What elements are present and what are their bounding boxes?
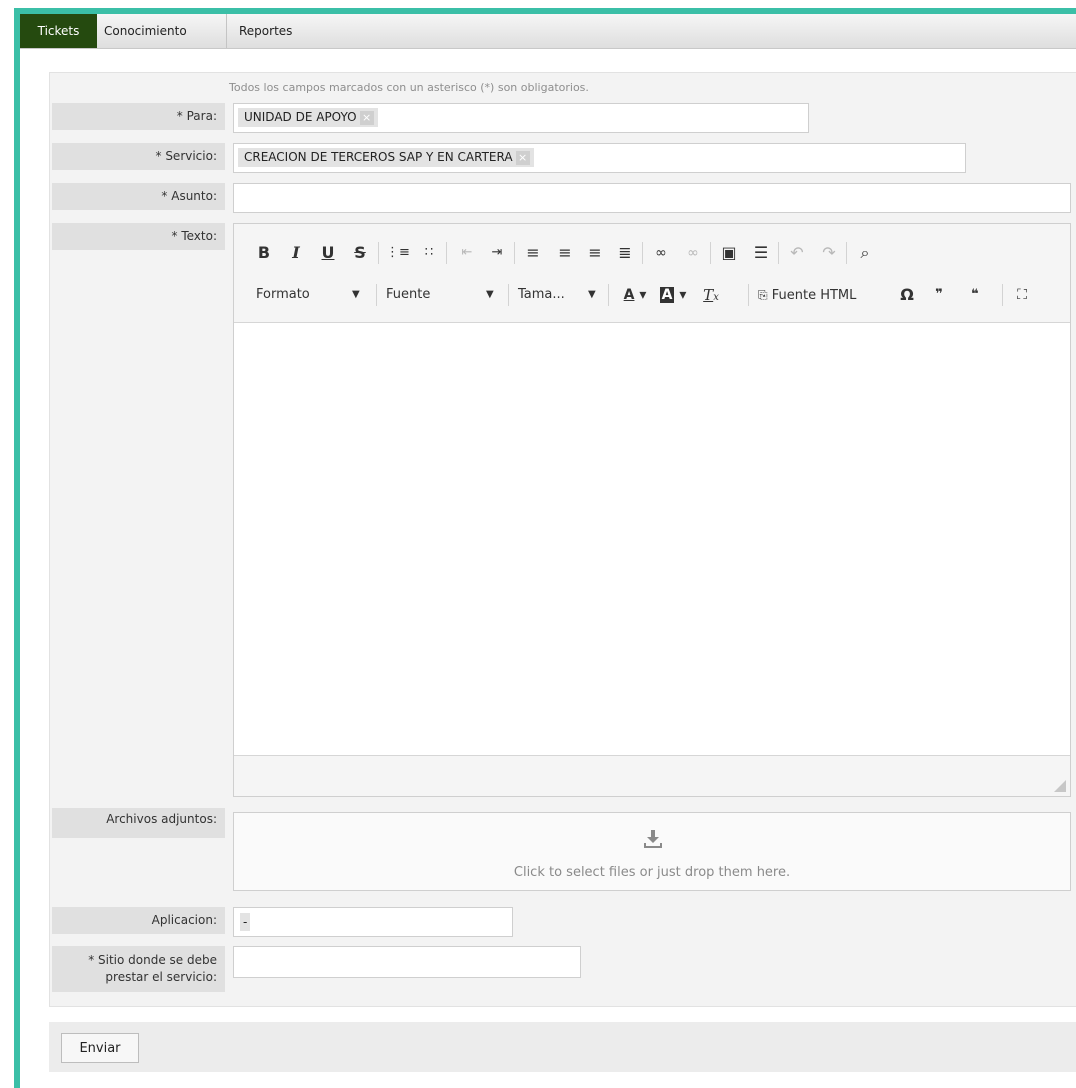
special-char-icon[interactable]: Ω	[896, 280, 918, 310]
editor-toolbar-row-1: B I U S ⋮≡ ∷ ⇤ ⇥ ≡ ≡ ≡ ≣ ∞ ∞ ▣ ☰ ↶ ↷ ⌕	[234, 238, 1070, 268]
font-dropdown[interactable]: Fuente ▼	[386, 280, 504, 310]
para-tag-text: UNIDAD DE APOYO	[244, 110, 357, 124]
aplicacion-select[interactable]: -	[233, 907, 513, 937]
unlink-icon[interactable]: ∞	[682, 238, 704, 268]
strikethrough-button[interactable]: S	[350, 238, 370, 268]
toolbar-separator	[846, 242, 847, 264]
sitio-input[interactable]	[233, 946, 581, 978]
align-left-icon[interactable]: ≡	[522, 238, 544, 268]
adjuntos-label: Archivos adjuntos:	[52, 808, 225, 838]
editor-content-area[interactable]	[234, 322, 1070, 756]
numbered-list-icon[interactable]: ⋮≡	[386, 238, 410, 268]
texto-label: * Texto:	[52, 223, 225, 250]
toolbar-separator	[376, 284, 377, 306]
image-icon[interactable]: ▣	[718, 238, 740, 268]
enviar-button[interactable]: Enviar	[61, 1033, 139, 1063]
sitio-label-line-1: * Sitio donde se debe	[88, 953, 217, 967]
toolbar-separator	[778, 242, 779, 264]
nav-divider	[226, 14, 227, 48]
undo-icon[interactable]: ↶	[786, 238, 808, 268]
tab-reportes[interactable]: Reportes	[239, 14, 319, 48]
horizontal-rule-icon[interactable]: ☰	[750, 238, 772, 268]
rich-text-editor: B I U S ⋮≡ ∷ ⇤ ⇥ ≡ ≡ ≡ ≣ ∞ ∞ ▣ ☰ ↶ ↷ ⌕ F…	[233, 223, 1071, 797]
servicio-tag: CREACION DE TERCEROS SAP Y EN CARTERA ×	[238, 148, 534, 167]
main-navbar: Tickets Conocimiento Reportes	[20, 14, 1076, 49]
toolbar-separator	[1002, 284, 1003, 306]
bulleted-list-icon[interactable]: ∷	[418, 238, 440, 268]
chevron-down-icon: ▼	[486, 289, 494, 300]
sitio-label-line-2: prestar el servicio:	[105, 970, 217, 984]
required-fields-note: Todos los campos marcados con un asteris…	[229, 81, 589, 94]
asunto-label: * Asunto:	[52, 183, 225, 210]
redo-icon[interactable]: ↷	[818, 238, 840, 268]
toolbar-separator	[608, 284, 609, 306]
aplicacion-label: Aplicacion:	[52, 907, 225, 934]
toolbar-separator	[710, 242, 711, 264]
chevron-down-icon: ▼	[352, 289, 360, 300]
frame-left-border	[14, 8, 20, 1088]
servicio-tag-text: CREACION DE TERCEROS SAP Y EN CARTERA	[244, 150, 513, 164]
align-justify-icon[interactable]: ≣	[614, 238, 636, 268]
para-tag: UNIDAD DE APOYO ×	[238, 108, 378, 127]
remove-tag-icon[interactable]: ×	[359, 110, 374, 125]
toolbar-separator	[378, 242, 379, 264]
servicio-field[interactable]: CREACION DE TERCEROS SAP Y EN CARTERA ×	[233, 143, 966, 173]
find-icon[interactable]: ⌕	[854, 238, 876, 268]
source-html-label: Fuente HTML	[771, 288, 857, 303]
editor-toolbar-row-2: Formato ▼ Fuente ▼ Tama... ▼ A ▾ A ▾ Tx …	[234, 280, 1070, 310]
tab-conocimiento[interactable]: Conocimiento	[104, 14, 222, 48]
text-color-icon[interactable]: A ▾	[618, 280, 652, 310]
form-footer: Enviar	[49, 1022, 1076, 1072]
dropzone-text: Click to select files or just drop them …	[513, 865, 791, 880]
para-label: * Para:	[52, 103, 225, 130]
file-dropzone[interactable]: Click to select files or just drop them …	[233, 812, 1071, 891]
toolbar-separator	[446, 242, 447, 264]
resize-handle-icon[interactable]	[1054, 780, 1066, 792]
toolbar-separator	[508, 284, 509, 306]
size-dropdown[interactable]: Tama... ▼	[518, 280, 604, 310]
format-dropdown-label: Formato	[256, 287, 310, 302]
remove-tag-icon[interactable]: ×	[515, 150, 530, 165]
italic-button[interactable]: I	[286, 238, 306, 268]
remove-format-icon[interactable]: Tx	[698, 280, 724, 310]
blockquote-icon[interactable]: ❞	[926, 280, 952, 310]
align-right-icon[interactable]: ≡	[584, 238, 606, 268]
outdent-icon[interactable]: ⇤	[456, 238, 478, 268]
indent-icon[interactable]: ⇥	[486, 238, 508, 268]
underline-button[interactable]: U	[318, 238, 338, 268]
toolbar-separator	[642, 242, 643, 264]
source-icon: ⎘	[758, 288, 768, 302]
align-center-icon[interactable]: ≡	[554, 238, 576, 268]
download-icon	[644, 830, 662, 848]
chevron-down-icon: ▼	[588, 289, 596, 300]
tab-tickets[interactable]: Tickets	[20, 14, 97, 48]
aplicacion-value: -	[240, 913, 251, 931]
toolbar-separator	[514, 242, 515, 264]
para-field[interactable]: UNIDAD DE APOYO ×	[233, 103, 809, 133]
format-dropdown[interactable]: Formato ▼	[256, 280, 374, 310]
sitio-label: * Sitio donde se debe prestar el servici…	[52, 946, 225, 992]
background-color-icon[interactable]: A ▾	[656, 280, 690, 310]
font-dropdown-label: Fuente	[386, 287, 431, 302]
asunto-input[interactable]	[233, 183, 1071, 213]
maximize-icon[interactable]: ⛶	[1010, 280, 1034, 310]
link-icon[interactable]: ∞	[650, 238, 672, 268]
bold-button[interactable]: B	[254, 238, 274, 268]
size-dropdown-label: Tama...	[518, 287, 565, 302]
citation-icon[interactable]: ❝	[962, 280, 988, 310]
servicio-label: * Servicio:	[52, 143, 225, 170]
toolbar-separator	[748, 284, 749, 306]
source-html-button[interactable]: ⎘ Fuente HTML	[758, 280, 882, 310]
